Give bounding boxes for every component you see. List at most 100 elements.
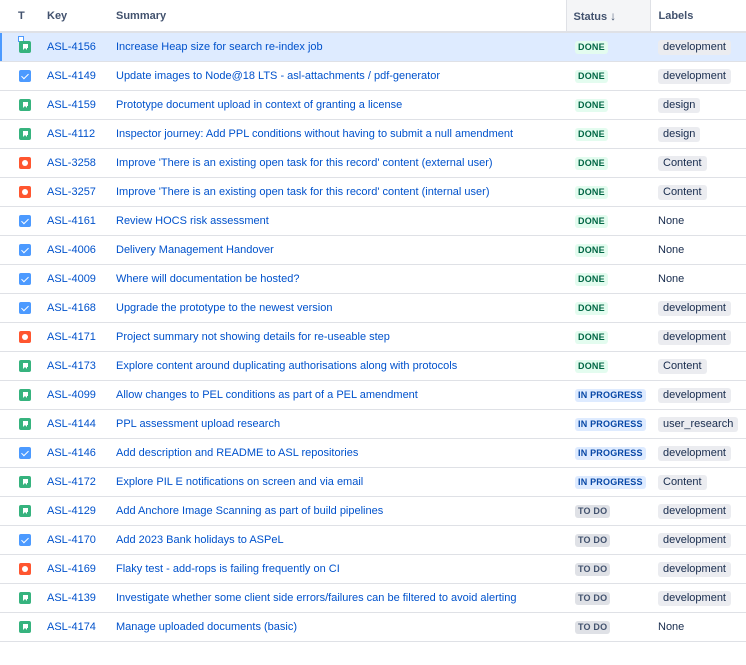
issue-summary-cell: Project summary not showing details for …: [106, 322, 566, 352]
table-row[interactable]: ASL-4009 Where will documentation be host…: [0, 264, 746, 294]
label-chip[interactable]: development: [658, 561, 731, 577]
table-row[interactable]: ASL-4161 Review HOCS risk assessment DONE N…: [0, 206, 746, 236]
issue-key-link[interactable]: ASL-4161: [47, 215, 96, 227]
issue-summary-link[interactable]: Inspector journey: Add PPL conditions wi…: [116, 128, 513, 140]
issue-key-link[interactable]: ASL-3258: [47, 157, 96, 169]
table-row[interactable]: ASL-4173 Explore content around duplicati…: [0, 351, 746, 381]
issue-type-cell: [0, 380, 37, 410]
label-chip[interactable]: Content: [658, 358, 707, 374]
label-chip[interactable]: development: [658, 387, 731, 403]
column-header-key[interactable]: Key: [37, 0, 106, 33]
story-icon: [19, 476, 31, 489]
issue-summary-link[interactable]: Manage uploaded documents (basic): [116, 621, 297, 633]
issue-key-link[interactable]: ASL-4169: [47, 563, 96, 575]
column-header-labels[interactable]: Labels: [650, 0, 746, 33]
label-chip[interactable]: development: [658, 39, 731, 55]
issue-key-link[interactable]: ASL-4171: [47, 331, 96, 343]
issue-summary-link[interactable]: Explore PIL E notifications on screen an…: [116, 476, 363, 488]
issue-summary-link[interactable]: Where will documentation be hosted?: [116, 273, 299, 285]
issue-summary-link[interactable]: Increase Heap size for search re-index j…: [116, 41, 323, 53]
issue-summary-cell: Upgrade the prototype to the newest vers…: [106, 293, 566, 323]
issue-key-link[interactable]: ASL-3257: [47, 186, 96, 198]
label-chip[interactable]: design: [658, 97, 701, 113]
label-chip[interactable]: user_research: [658, 416, 739, 432]
table-row[interactable]: ASL-4156 Increase Heap size for search re…: [0, 32, 746, 62]
issue-status-cell: DONE: [566, 293, 650, 323]
issue-key-link[interactable]: ASL-4009: [47, 273, 96, 285]
issue-key-link[interactable]: ASL-4170: [47, 534, 96, 546]
issue-key-link[interactable]: ASL-4159: [47, 99, 96, 111]
table-row[interactable]: ASL-4171 Project summary not showing deta…: [0, 322, 746, 352]
table-row[interactable]: ASL-4169 Flaky test - add-rops is failing…: [0, 554, 746, 584]
issue-summary-link[interactable]: Add 2023 Bank holidays to ASPeL: [116, 534, 284, 546]
issue-summary-link[interactable]: Improve 'There is an existing open task …: [116, 186, 489, 198]
issue-key-link[interactable]: ASL-4129: [47, 505, 96, 517]
label-chip[interactable]: development: [658, 590, 731, 606]
label-chip[interactable]: development: [658, 68, 731, 84]
status-badge: DONE: [575, 69, 608, 83]
bug-icon: [19, 186, 31, 199]
table-row[interactable]: ASL-4170 Add 2023 Bank holidays to ASPeL T…: [0, 525, 746, 555]
table-row[interactable]: ASL-4006 Delivery Management Handover DONE…: [0, 235, 746, 265]
table-row[interactable]: ASL-4129 Add Anchore Image Scanning as pa…: [0, 496, 746, 526]
issue-summary-link[interactable]: Delivery Management Handover: [116, 244, 274, 256]
table-row[interactable]: ASL-3257 Improve 'There is an existing op…: [0, 177, 746, 207]
status-badge: TO DO: [575, 591, 611, 605]
label-chip[interactable]: development: [658, 329, 731, 345]
table-row[interactable]: ASL-4099 Allow changes to PEL conditions …: [0, 380, 746, 410]
table-row[interactable]: ASL-4139 Investigate whether some client …: [0, 583, 746, 613]
label-chip[interactable]: Content: [658, 474, 707, 490]
label-chip[interactable]: development: [658, 300, 731, 316]
issue-key-link[interactable]: ASL-4149: [47, 70, 96, 82]
issue-summary-link[interactable]: Update images to Node@18 LTS - asl-attac…: [116, 70, 440, 82]
sort-descending-arrow-down-icon[interactable]: ↓: [610, 9, 616, 23]
issue-key-link[interactable]: ASL-4006: [47, 244, 96, 256]
table-row[interactable]: ASL-4159 Prototype document upload in con…: [0, 90, 746, 120]
status-badge: DONE: [575, 272, 608, 286]
issue-summary-link[interactable]: Add Anchore Image Scanning as part of bu…: [116, 505, 383, 517]
issue-summary-link[interactable]: PPL assessment upload research: [116, 418, 280, 430]
table-row[interactable]: ASL-3258 Improve 'There is an existing op…: [0, 148, 746, 178]
issue-type-cell: [0, 293, 37, 323]
table-row[interactable]: ASL-4112 Inspector journey: Add PPL condi…: [0, 119, 746, 149]
issues-table: T Key Summary Status ↓ Labels ASL-4156 Inc…: [0, 0, 746, 642]
issue-summary-link[interactable]: Project summary not showing details for …: [116, 331, 390, 343]
table-row[interactable]: ASL-4172 Explore PIL E notifications on s…: [0, 467, 746, 497]
issue-key-link[interactable]: ASL-4144: [47, 418, 96, 430]
issue-summary-link[interactable]: Review HOCS risk assessment: [116, 215, 269, 227]
column-header-type[interactable]: T: [0, 0, 37, 33]
issue-summary-link[interactable]: Prototype document upload in context of …: [116, 99, 402, 111]
issue-summary-link[interactable]: Add description and README to ASL reposi…: [116, 447, 358, 459]
issue-summary-link[interactable]: Improve 'There is an existing open task …: [116, 157, 493, 169]
issue-summary-link[interactable]: Explore content around duplicating autho…: [116, 360, 457, 372]
issue-key-link[interactable]: ASL-4168: [47, 302, 96, 314]
issue-key-link[interactable]: ASL-4099: [47, 389, 96, 401]
label-chip[interactable]: development: [658, 445, 731, 461]
issue-key-link[interactable]: ASL-4174: [47, 621, 96, 633]
issue-key-link[interactable]: ASL-4139: [47, 592, 96, 604]
issue-key-cell: ASL-4174: [37, 612, 106, 642]
issue-key-link[interactable]: ASL-4146: [47, 447, 96, 459]
issue-labels-cell: Content: [650, 148, 746, 178]
issue-summary-link[interactable]: Allow changes to PEL conditions as part …: [116, 389, 418, 401]
issue-rows: ASL-4156 Increase Heap size for search re…: [0, 32, 746, 642]
issue-summary-link[interactable]: Flaky test - add-rops is failing frequen…: [116, 563, 340, 575]
label-chip[interactable]: Content: [658, 184, 707, 200]
table-row[interactable]: ASL-4174 Manage uploaded documents (basic…: [0, 612, 746, 642]
issue-key-link[interactable]: ASL-4112: [47, 128, 95, 140]
label-chip[interactable]: development: [658, 503, 731, 519]
table-row[interactable]: ASL-4144 PPL assessment upload research IN…: [0, 409, 746, 439]
column-header-summary[interactable]: Summary: [106, 0, 566, 33]
label-chip[interactable]: design: [658, 126, 701, 142]
issue-key-link[interactable]: ASL-4172: [47, 476, 96, 488]
table-row[interactable]: ASL-4149 Update images to Node@18 LTS - a…: [0, 61, 746, 91]
issue-key-link[interactable]: ASL-4156: [47, 41, 96, 53]
label-chip[interactable]: development: [658, 532, 731, 548]
label-chip[interactable]: Content: [658, 155, 707, 171]
table-row[interactable]: ASL-4168 Upgrade the prototype to the new…: [0, 293, 746, 323]
table-row[interactable]: ASL-4146 Add description and README to AS…: [0, 438, 746, 468]
issue-key-link[interactable]: ASL-4173: [47, 360, 96, 372]
column-header-status[interactable]: Status ↓: [565, 0, 651, 33]
issue-summary-link[interactable]: Upgrade the prototype to the newest vers…: [116, 302, 332, 314]
issue-summary-link[interactable]: Investigate whether some client side err…: [116, 592, 517, 604]
